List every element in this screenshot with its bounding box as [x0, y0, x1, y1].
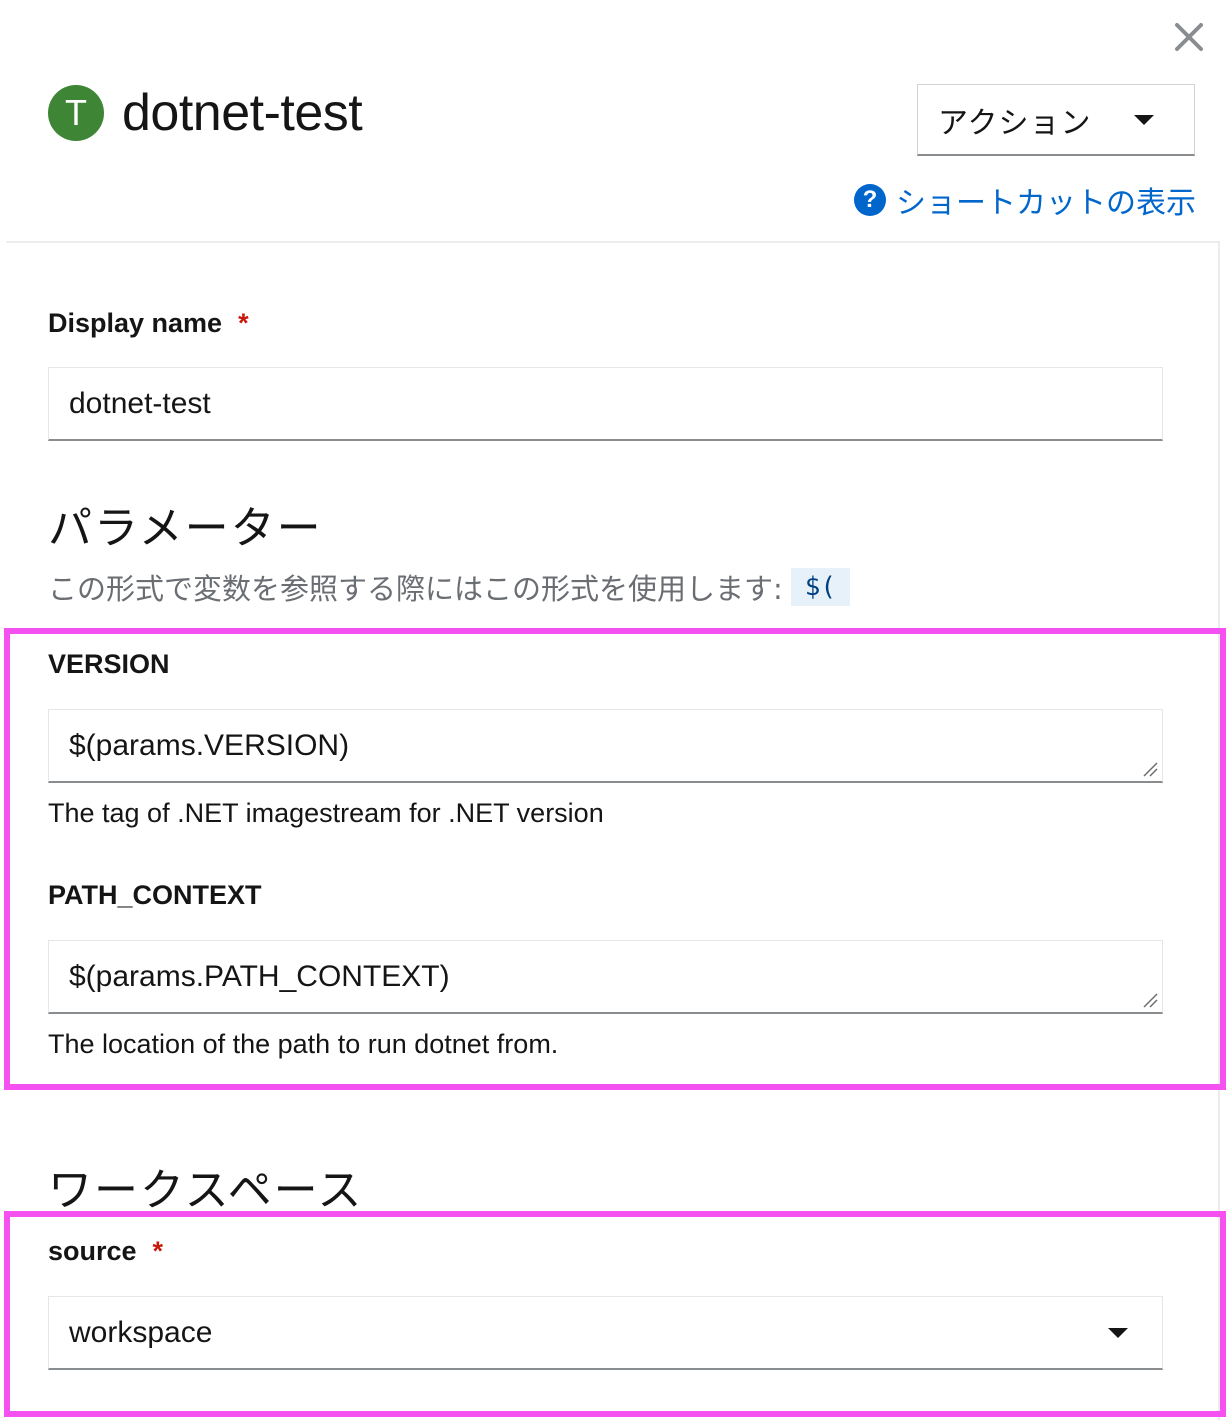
code-snippet: $( [790, 568, 851, 606]
param-version-value: $(params.VERSION) [69, 728, 350, 762]
required-indicator: * [238, 308, 249, 338]
parameters-highlight-box [4, 628, 1226, 1090]
param-version-textarea[interactable]: $(params.VERSION) [48, 709, 1163, 783]
show-shortcuts-link[interactable]: ? ショートカットの表示 [854, 178, 1196, 222]
display-name-label: Display name * [48, 308, 249, 339]
resize-handle-icon[interactable] [1140, 990, 1158, 1008]
panel-title-row: T dotnet-test [48, 82, 363, 144]
display-name-input[interactable]: dotnet-test [48, 367, 1163, 441]
task-badge-icon: T [48, 85, 104, 141]
actions-dropdown[interactable]: アクション [917, 84, 1195, 156]
param-path-context-textarea[interactable]: $(params.PATH_CONTEXT) [48, 940, 1163, 1014]
question-circle-icon: ? [854, 184, 886, 216]
caret-down-icon [1134, 114, 1154, 125]
actions-dropdown-label: アクション [938, 105, 1092, 141]
param-version-helper: The tag of .NET imagestream for .NET ver… [48, 798, 604, 828]
workspace-source-label: source * [48, 1236, 163, 1267]
close-icon[interactable] [1172, 20, 1206, 54]
resize-handle-icon[interactable] [1140, 759, 1158, 777]
workspace-source-select[interactable]: workspace [48, 1296, 1163, 1370]
param-path-context-value: $(params.PATH_CONTEXT) [69, 959, 450, 993]
workspace-source-value: workspace [69, 1315, 213, 1349]
parameters-description: この形式で変数を参照する際にはこの形式を使用します: $( [48, 566, 851, 608]
page-title: dotnet-test [122, 84, 363, 142]
display-name-value: dotnet-test [69, 386, 211, 420]
show-shortcuts-label: ショートカットの表示 [896, 186, 1196, 221]
param-path-context-helper: The location of the path to run dotnet f… [48, 1029, 559, 1059]
param-version-label: VERSION [48, 649, 170, 679]
header-divider [6, 241, 1218, 243]
workspaces-heading: ワークスペース [48, 1165, 364, 1216]
required-indicator: * [152, 1236, 164, 1266]
display-name-label-text: Display name [48, 308, 223, 338]
workspace-source-label-text: source [48, 1236, 137, 1266]
parameters-heading: パラメーター [48, 503, 323, 554]
param-path-context-label: PATH_CONTEXT [48, 880, 262, 910]
parameters-description-text: この形式で変数を参照する際にはこの形式を使用します: [48, 572, 783, 606]
caret-down-icon [1108, 1327, 1128, 1338]
